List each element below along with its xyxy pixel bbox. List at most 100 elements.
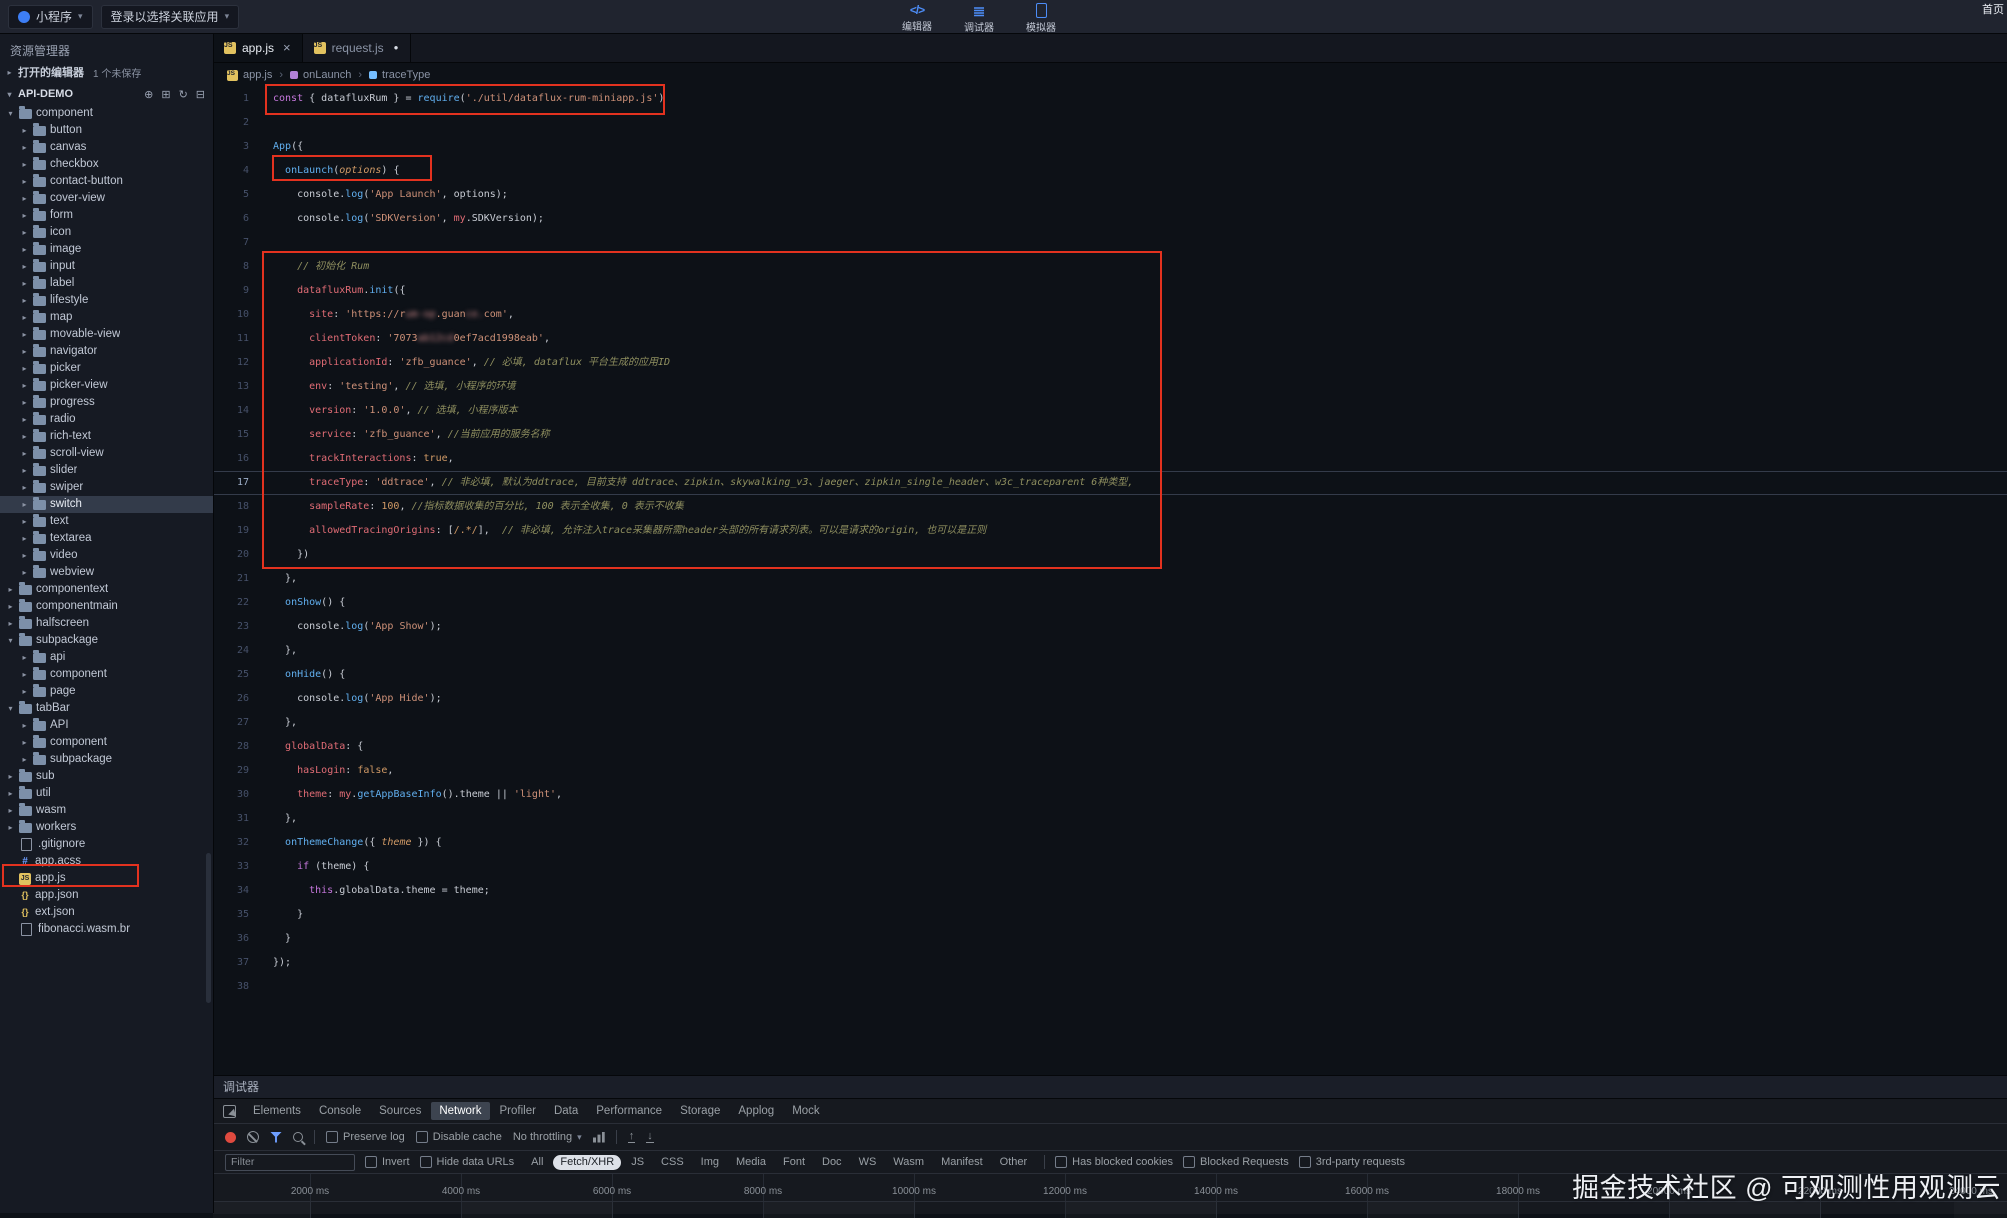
debugger-toggle-button[interactable]: 调试器 [955,0,1003,33]
code-line-27[interactable]: 27 }, [213,711,2007,735]
tree-item-API[interactable]: ▸API [0,717,213,734]
tree-item-text[interactable]: ▸text [0,513,213,530]
editor-tab-app-js[interactable]: app.js [213,33,303,62]
tree-item-fibonacci.wasm.br[interactable]: fibonacci.wasm.br [0,921,213,938]
invert-checkbox[interactable]: Invert [365,1156,410,1168]
clear-log-button[interactable] [247,1131,259,1143]
filter-pill-doc[interactable]: Doc [815,1155,849,1170]
export-har-icon[interactable]: ↓ [646,1131,654,1143]
code-line-33[interactable]: 33 if (theme) { [213,855,2007,879]
editor-toggle-button[interactable]: 编辑器 [893,0,941,33]
tree-item-api[interactable]: ▸api [0,649,213,666]
new-file-icon[interactable]: ⊕ [144,88,153,101]
code-line-25[interactable]: 25 onHide() { [213,663,2007,687]
devtools-tab-console[interactable]: Console [311,1101,369,1121]
code-line-5[interactable]: 5 console.log('App Launch', options); [213,183,2007,207]
code-line-30[interactable]: 30 theme: my.getAppBaseInfo().theme || '… [213,783,2007,807]
mini-program-select[interactable]: 小程序 [8,5,93,29]
tree-item-scroll-view[interactable]: ▸scroll-view [0,445,213,462]
close-icon[interactable] [283,40,291,55]
code-line-17[interactable]: 17 traceType: 'ddtrace', // 非必填, 默认为ddtr… [213,471,2007,495]
tree-item-component[interactable]: ▸component [0,734,213,751]
code-line-18[interactable]: 18 sampleRate: 100, //指标数据收集的百分比, 100 表示… [213,495,2007,519]
code-line-3[interactable]: 3App({ [213,135,2007,159]
tree-item-rich-text[interactable]: ▸rich-text [0,428,213,445]
code-line-37[interactable]: 37}); [213,951,2007,975]
tree-item-app.js[interactable]: app.js [0,870,213,887]
devtools-tab-elements[interactable]: Elements [245,1101,309,1121]
tree-item-lifestyle[interactable]: ▸lifestyle [0,292,213,309]
tree-item-input[interactable]: ▸input [0,258,213,275]
tree-item-ext.json[interactable]: ext.json [0,904,213,921]
login-app-select[interactable]: 登录以选择关联应用 [101,5,240,29]
tree-item-workers[interactable]: ▸workers [0,819,213,836]
tree-item-map[interactable]: ▸map [0,309,213,326]
third-party-requests-checkbox[interactable]: 3rd-party requests [1299,1156,1405,1168]
devtools-tab-applog[interactable]: Applog [730,1101,782,1121]
code-line-2[interactable]: 2 [213,111,2007,135]
tree-item-app.acss[interactable]: app.acss [0,853,213,870]
code-line-9[interactable]: 9 datafluxRum.init({ [213,279,2007,303]
devtools-tab-network[interactable]: Network [431,1102,489,1120]
tree-item-app.json[interactable]: app.json [0,887,213,904]
tree-item-componentmain[interactable]: ▸componentmain [0,598,213,615]
tree-item-component[interactable]: ▸component [0,666,213,683]
tree-item-tabBar[interactable]: ▾tabBar [0,700,213,717]
tree-item-.gitignore[interactable]: .gitignore [0,836,213,853]
sidebar-scrollbar[interactable] [206,853,211,1003]
code-line-19[interactable]: 19 allowedTracingOrigins: [/.*/], // 非必填… [213,519,2007,543]
devtools-tab-data[interactable]: Data [546,1101,586,1121]
tree-item-subpackage[interactable]: ▸subpackage [0,751,213,768]
code-line-34[interactable]: 34 this.globalData.theme = theme; [213,879,2007,903]
tree-item-subpackage[interactable]: ▾subpackage [0,632,213,649]
code-line-21[interactable]: 21 }, [213,567,2007,591]
tree-item-image[interactable]: ▸image [0,241,213,258]
tree-item-sub[interactable]: ▸sub [0,768,213,785]
tree-item-cover-view[interactable]: ▸cover-view [0,190,213,207]
code-line-10[interactable]: 10 site: 'https://rum-op.guance.com', [213,303,2007,327]
code-line-6[interactable]: 6 console.log('SDKVersion', my.SDKVersio… [213,207,2007,231]
filter-pill-wasm[interactable]: Wasm [886,1155,931,1170]
project-section[interactable]: ▾ API-DEMO ⊕ ⊞ ↻ ⊟ [0,83,213,105]
code-line-14[interactable]: 14 version: '1.0.0', // 选填, 小程序版本 [213,399,2007,423]
code-line-7[interactable]: 7 [213,231,2007,255]
collapse-all-icon[interactable]: ⊟ [196,88,205,101]
tree-item-picker[interactable]: ▸picker [0,360,213,377]
tree-item-halfscreen[interactable]: ▸halfscreen [0,615,213,632]
search-icon[interactable] [293,1132,303,1142]
code-line-35[interactable]: 35 } [213,903,2007,927]
devtools-tab-sources[interactable]: Sources [371,1101,429,1121]
code-line-20[interactable]: 20 }) [213,543,2007,567]
tree-item-canvas[interactable]: ▸canvas [0,139,213,156]
filter-input[interactable] [225,1154,355,1171]
tree-item-icon[interactable]: ▸icon [0,224,213,241]
filter-icon[interactable] [270,1132,282,1143]
code-line-12[interactable]: 12 applicationId: 'zfb_guance', // 必填, d… [213,351,2007,375]
tree-item-util[interactable]: ▸util [0,785,213,802]
filter-pill-font[interactable]: Font [776,1155,812,1170]
filter-pill-ws[interactable]: WS [852,1155,884,1170]
editor-tab-request-js[interactable]: request.js [303,33,411,62]
tree-item-componentext[interactable]: ▸componentext [0,581,213,598]
tree-item-wasm[interactable]: ▸wasm [0,802,213,819]
tree-item-picker-view[interactable]: ▸picker-view [0,377,213,394]
code-line-1[interactable]: 1const { datafluxRum } = require('./util… [213,87,2007,111]
code-line-8[interactable]: 8 // 初始化 Rum [213,255,2007,279]
has-blocked-cookies-checkbox[interactable]: Has blocked cookies [1055,1156,1173,1168]
network-conditions-icon[interactable] [593,1132,605,1143]
inspect-icon[interactable] [223,1105,236,1118]
code-line-32[interactable]: 32 onThemeChange({ theme }) { [213,831,2007,855]
breadcrumb-symbol-tracetype[interactable]: traceType [369,69,430,81]
code-line-24[interactable]: 24 }, [213,639,2007,663]
new-folder-icon[interactable]: ⊞ [161,88,170,101]
hide-data-urls-checkbox[interactable]: Hide data URLs [420,1156,515,1168]
filter-pill-media[interactable]: Media [729,1155,773,1170]
tree-item-webview[interactable]: ▸webview [0,564,213,581]
code-line-11[interactable]: 11 clientToken: '7073ab12cd0ef7acd1998ea… [213,327,2007,351]
simulator-toggle-button[interactable]: 模拟器 [1017,0,1065,33]
import-har-icon[interactable]: ↑ [628,1131,636,1143]
record-button[interactable] [225,1132,236,1143]
refresh-icon[interactable]: ↻ [179,88,188,101]
tree-item-button[interactable]: ▸button [0,122,213,139]
tree-item-swiper[interactable]: ▸swiper [0,479,213,496]
